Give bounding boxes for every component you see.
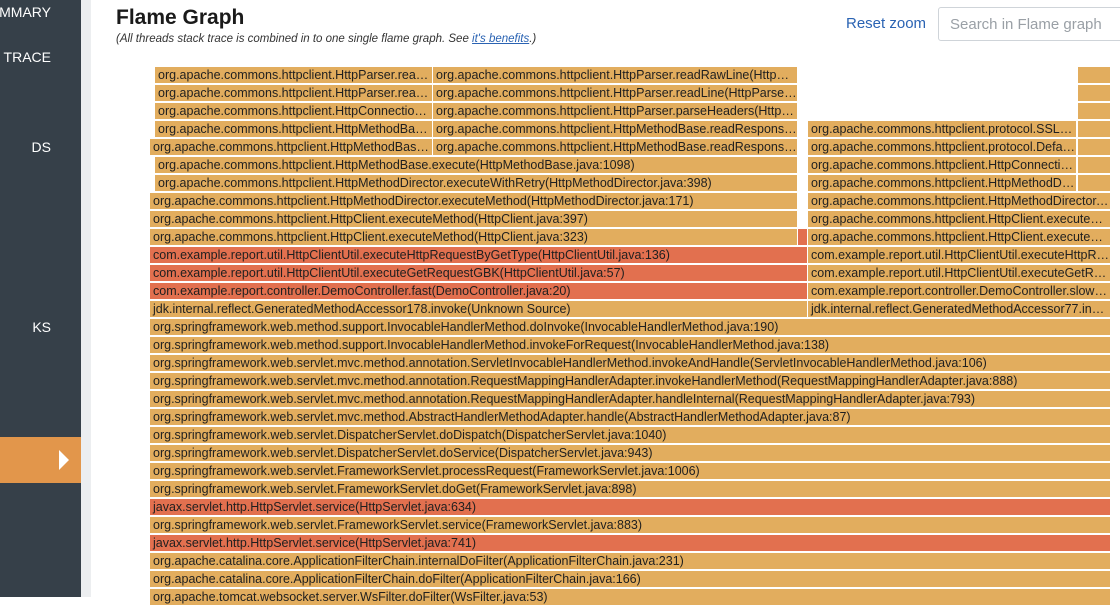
flame-frame[interactable]: org.apache.tomcat.websocket.server.WsFil… bbox=[150, 589, 1111, 606]
flame-frame[interactable] bbox=[1078, 121, 1111, 138]
flame-frame[interactable]: org.springframework.web.servlet.Framewor… bbox=[150, 517, 1111, 534]
flame-frame[interactable]: org.apache.commons.httpclient.HttpConnec… bbox=[155, 103, 433, 120]
flame-frame[interactable]: com.example.report.util.HttpClientUtil.e… bbox=[808, 247, 1111, 264]
page-subtitle: (All threads stack trace is combined in … bbox=[116, 33, 536, 45]
flame-frame[interactable]: org.apache.commons.httpclient.HttpClient… bbox=[150, 211, 798, 228]
flame-frame[interactable]: org.apache.commons.httpclient.HttpMethod… bbox=[155, 175, 798, 192]
sidebar-divider bbox=[81, 0, 91, 597]
flame-frame[interactable]: org.apache.commons.httpclient.HttpClient… bbox=[808, 211, 1111, 228]
flame-frame[interactable]: org.apache.commons.httpclient.HttpClient… bbox=[150, 229, 798, 246]
sidebar: SUMMARY TRACE DS KS bbox=[0, 0, 81, 597]
sidebar-item-label: KS bbox=[32, 319, 51, 335]
flame-frame[interactable]: org.apache.commons.httpclient.protocol.S… bbox=[808, 121, 1077, 138]
flame-frame[interactable] bbox=[1078, 67, 1111, 84]
flame-frame[interactable]: org.springframework.web.servlet.mvc.meth… bbox=[150, 391, 1111, 408]
flame-frame[interactable]: org.apache.commons.httpclient.HttpMethod… bbox=[150, 193, 798, 210]
flame-frame[interactable] bbox=[1078, 103, 1111, 120]
flame-graph: org.apache.commons.httpclient.HttpParser… bbox=[0, 0, 1120, 606]
flame-frame[interactable]: org.apache.commons.httpclient.HttpConnec… bbox=[808, 157, 1077, 174]
flame-frame[interactable]: org.apache.commons.httpclient.protocol.D… bbox=[808, 139, 1077, 156]
flame-frame[interactable]: com.example.report.controller.DemoContro… bbox=[150, 283, 808, 300]
flame-frame[interactable]: org.springframework.web.servlet.Dispatch… bbox=[150, 445, 1111, 462]
flame-frame[interactable]: org.apache.commons.httpclient.HttpMethod… bbox=[155, 157, 798, 174]
benefits-link[interactable]: it's benefits bbox=[472, 33, 529, 45]
page-title: Flame Graph bbox=[116, 6, 245, 29]
flame-frame[interactable] bbox=[1078, 175, 1111, 192]
sidebar-item-threads[interactable]: DS bbox=[0, 135, 81, 159]
sidebar-item-trace[interactable]: TRACE bbox=[0, 45, 81, 69]
flame-frame[interactable]: jdk.internal.reflect.GeneratedMethodAcce… bbox=[808, 301, 1111, 318]
flame-frame[interactable]: org.apache.commons.httpclient.HttpMethod… bbox=[808, 193, 1111, 210]
subtitle-text: (All threads stack trace is combined in … bbox=[116, 33, 473, 45]
flame-frame[interactable]: org.springframework.web.servlet.mvc.meth… bbox=[150, 355, 1111, 372]
flame-frame[interactable]: org.apache.commons.httpclient.HttpParser… bbox=[433, 103, 798, 120]
flame-frame[interactable] bbox=[1078, 157, 1111, 174]
flame-frame[interactable]: com.example.report.util.HttpClientUtil.e… bbox=[150, 247, 808, 264]
flame-frame[interactable]: org.apache.commons.httpclient.HttpMethod… bbox=[808, 175, 1077, 192]
sidebar-item-summary[interactable]: SUMMARY bbox=[0, 0, 81, 24]
chevron-right-icon bbox=[59, 450, 69, 470]
flame-frame[interactable]: org.springframework.web.servlet.mvc.meth… bbox=[150, 409, 1111, 426]
flame-frame[interactable] bbox=[1078, 85, 1111, 102]
flame-frame[interactable]: org.springframework.web.servlet.Framewor… bbox=[150, 481, 1111, 498]
flame-frame[interactable]: com.example.report.util.HttpClientUtil.e… bbox=[150, 265, 808, 282]
flame-frame[interactable]: org.apache.commons.httpclient.HttpParser… bbox=[433, 67, 798, 84]
search-input[interactable] bbox=[938, 7, 1120, 41]
subtitle-suffix: .) bbox=[529, 33, 537, 45]
flame-frame[interactable]: org.springframework.web.servlet.Dispatch… bbox=[150, 427, 1111, 444]
flame-frame[interactable]: org.apache.commons.httpclient.HttpMethod… bbox=[433, 121, 798, 138]
flame-frame[interactable]: com.example.report.controller.DemoContro… bbox=[808, 283, 1111, 300]
flame-frame[interactable]: org.apache.commons.httpclient.HttpClient… bbox=[808, 229, 1111, 246]
flame-frame[interactable] bbox=[1078, 139, 1111, 156]
reset-zoom-link[interactable]: Reset zoom bbox=[846, 15, 926, 32]
flame-frame[interactable] bbox=[798, 229, 808, 246]
sidebar-item-locks[interactable]: KS bbox=[0, 315, 81, 339]
sidebar-item-label: TRACE bbox=[3, 49, 51, 65]
flame-frame[interactable]: org.apache.commons.httpclient.HttpParser… bbox=[433, 85, 798, 102]
flame-frame[interactable]: org.apache.catalina.core.ApplicationFilt… bbox=[150, 571, 1111, 588]
flame-frame[interactable]: javax.servlet.http.HttpServlet.service(H… bbox=[150, 499, 1111, 516]
flame-frame[interactable]: org.apache.commons.httpclient.HttpParser… bbox=[155, 85, 433, 102]
flame-frame[interactable]: org.springframework.web.method.support.I… bbox=[150, 319, 1111, 336]
flame-frame[interactable]: javax.servlet.http.HttpServlet.service(H… bbox=[150, 535, 1111, 552]
flame-frame[interactable]: org.apache.commons.httpclient.HttpMethod… bbox=[155, 121, 433, 138]
flame-frame[interactable]: org.springframework.web.method.support.I… bbox=[150, 337, 1111, 354]
flame-frame[interactable]: org.apache.commons.httpclient.HttpMethod… bbox=[433, 139, 798, 156]
flame-frame[interactable]: org.apache.catalina.core.ApplicationFilt… bbox=[150, 553, 1111, 570]
sidebar-item-label: SUMMARY bbox=[0, 4, 51, 20]
flame-frame[interactable]: org.apache.commons.httpclient.HttpMethod… bbox=[150, 139, 433, 156]
sidebar-item-flame-graph-active[interactable] bbox=[0, 437, 81, 483]
flame-frame[interactable]: org.springframework.web.servlet.mvc.meth… bbox=[150, 373, 1111, 390]
sidebar-item-label: DS bbox=[31, 139, 51, 155]
flame-frame[interactable]: org.apache.commons.httpclient.HttpParser… bbox=[155, 67, 433, 84]
flame-frame[interactable]: jdk.internal.reflect.GeneratedMethodAcce… bbox=[150, 301, 808, 318]
flame-frame[interactable]: org.springframework.web.servlet.Framewor… bbox=[150, 463, 1111, 480]
flame-frame[interactable]: com.example.report.util.HttpClientUtil.e… bbox=[808, 265, 1111, 282]
